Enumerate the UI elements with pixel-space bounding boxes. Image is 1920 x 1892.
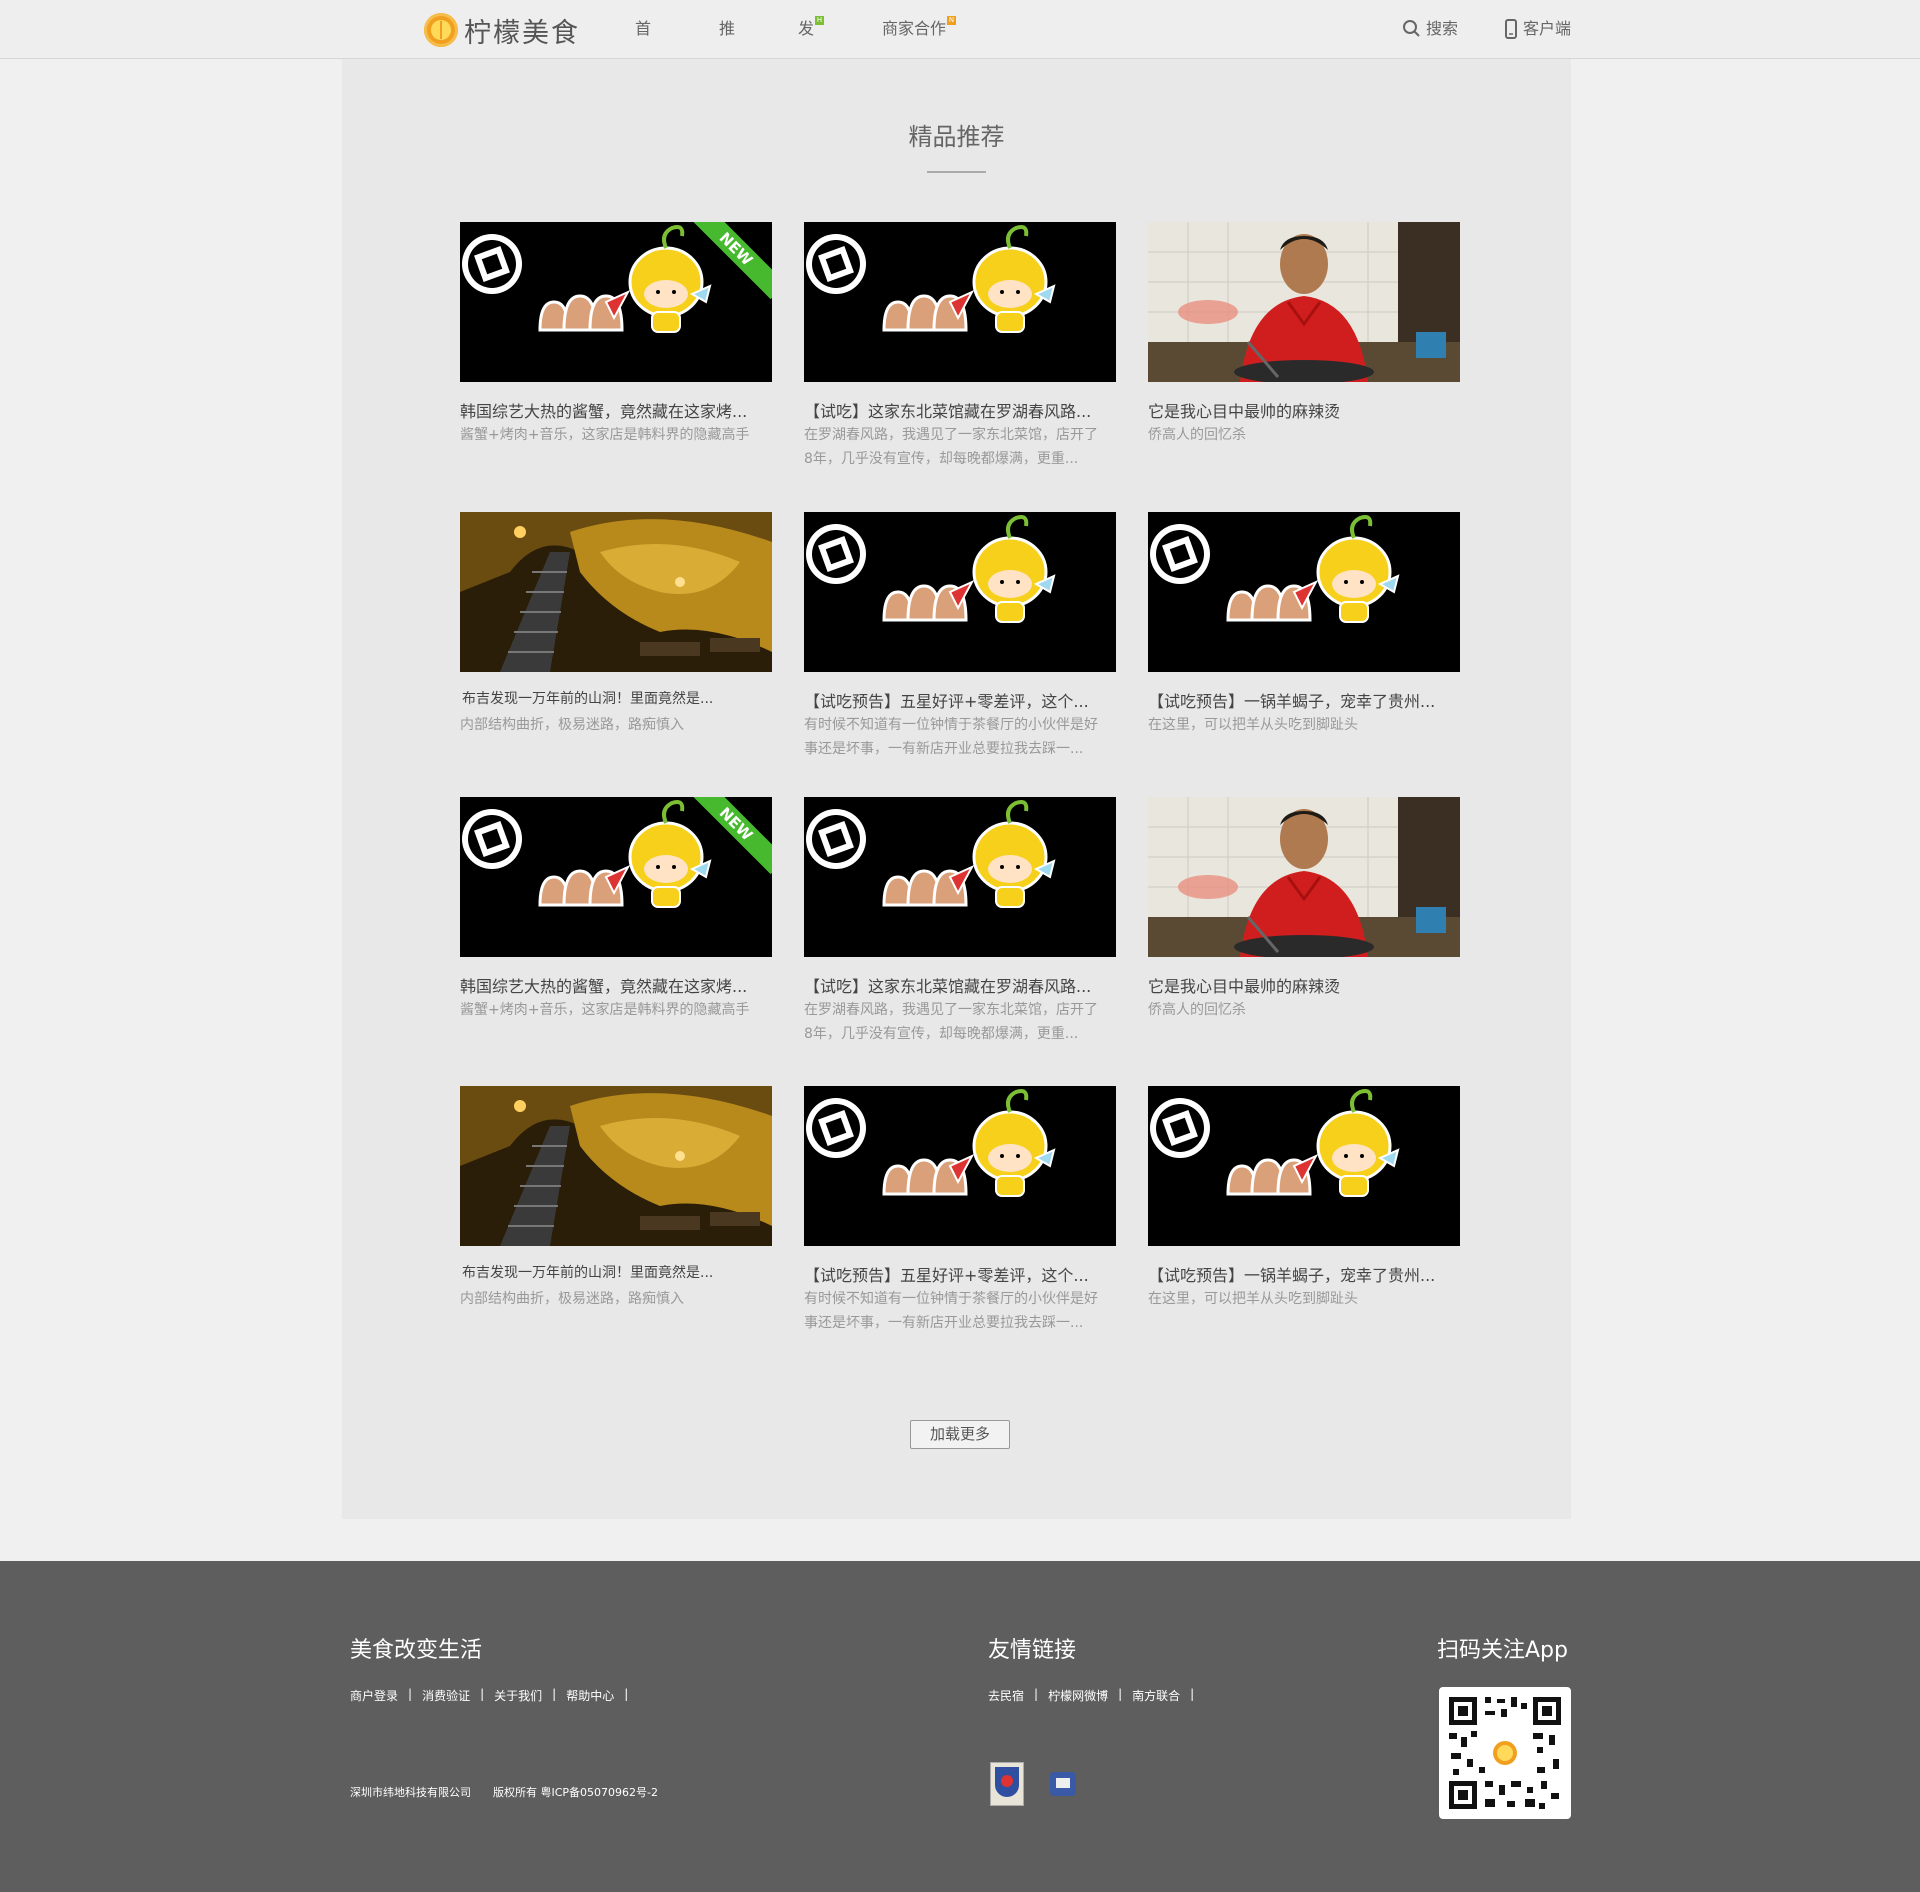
friend-link-3[interactable]: 南方联合 (1132, 1687, 1180, 1704)
card-title[interactable]: 【试吃】这家东北菜馆藏在罗湖春风路... (804, 398, 1116, 422)
lemon-logo-icon (424, 13, 458, 47)
friend-links-title: 友情链接 (988, 1638, 1077, 1663)
app-qr-code (1439, 1687, 1571, 1819)
article-card[interactable]: 【试吃预告】一锅羊蝎子，宠幸了贵州... 在这里，可以把羊从头吃到脚趾头 (1148, 1086, 1460, 1346)
card-thumbnail[interactable] (1148, 512, 1460, 672)
card-thumbnail[interactable] (460, 512, 772, 672)
search-label: 搜索 (1426, 19, 1459, 38)
cave-restaurant-photo (460, 512, 772, 672)
card-title[interactable]: 【试吃预告】一锅羊蝎子，宠幸了贵州... (1148, 688, 1460, 712)
card-title[interactable]: 布吉发现一万年前的山洞！里面竟然是... (462, 1262, 774, 1282)
article-card[interactable]: 它是我心目中最帅的麻辣烫侨高人的回忆杀 (1148, 797, 1460, 1057)
chef-photo (1148, 797, 1460, 957)
card-title[interactable]: 韩国综艺大热的酱蟹，竟然藏在这家烤... (460, 973, 772, 997)
card-description: 侨高人的回忆杀 (1148, 427, 1246, 443)
client-label: 客户端 (1523, 19, 1572, 38)
footer-slogan: 美食改变生活 (350, 1638, 483, 1663)
card-description: 在这里，可以把羊从头吃到脚趾头 (1148, 1291, 1358, 1307)
hot-badge: H (815, 16, 825, 25)
article-card[interactable]: 布吉发现一万年前的山洞！里面竟然是... 内部结构曲折，极易迷路，路痴慎入 (460, 512, 772, 772)
mascot-illustration (804, 222, 1116, 382)
new-badge: N (947, 16, 957, 25)
card-description: 有时候不知道有一位钟情于茶餐厅的小伙伴是好事还是坏事，一有新店开业总要拉我去踩一… (804, 717, 1098, 757)
card-description: 在罗湖春风路，我遇见了一家东北菜馆，店开了8年，几乎没有宣传，却每晚都爆满，更重… (804, 427, 1098, 467)
card-title[interactable]: 它是我心目中最帅的麻辣烫 (1148, 973, 1460, 997)
card-thumbnail[interactable]: NEW (460, 222, 772, 382)
card-thumbnail[interactable] (1148, 1086, 1460, 1246)
friend-link-2[interactable]: 柠檬网微博 (1048, 1687, 1108, 1704)
article-card[interactable]: NEW 韩国综艺大热的酱蟹，竟然藏在这家烤... 酱蟹+烤肉+音乐，这家店是韩料界的… (460, 797, 772, 1057)
section-title: 精品推荐 (908, 123, 1005, 151)
card-title[interactable]: 【试吃预告】五星好评+零差评，这个... (804, 1262, 1116, 1286)
logo-text: 柠檬美食 (464, 17, 580, 49)
client-download-link[interactable]: 客户端 (1505, 0, 1571, 58)
article-card[interactable]: 【试吃预告】五星好评+零差评，这个... 有时候不知道有一位钟情于茶餐厅的小伙伴是… (804, 1086, 1116, 1346)
footer-link-merchant-login[interactable]: 商户登录 (350, 1687, 398, 1704)
partner-badge-icon[interactable] (990, 1762, 1024, 1806)
partner-logo-icon[interactable] (1046, 1766, 1080, 1800)
mobile-phone-icon (1505, 19, 1517, 39)
site-logo[interactable]: 柠檬美食 (424, 12, 580, 49)
footer (0, 1561, 1920, 1892)
title-divider (927, 171, 986, 173)
article-card[interactable]: 【试吃预告】一锅羊蝎子，宠幸了贵州... 在这里，可以把羊从头吃到脚趾头 (1148, 512, 1460, 772)
card-description: 内部结构曲折，极易迷路，路痴慎入 (460, 1291, 684, 1307)
copyright: 深圳市纬地科技有限公司 版权所有 粤ICP备05070962号-2 (350, 1786, 659, 1799)
card-thumbnail[interactable] (1148, 222, 1460, 382)
card-thumbnail[interactable] (804, 222, 1116, 382)
card-title[interactable]: 韩国综艺大热的酱蟹，竟然藏在这家烤... (460, 398, 772, 422)
mascot-illustration (804, 512, 1116, 672)
article-card[interactable]: 它是我心目中最帅的麻辣烫侨高人的回忆杀 (1148, 222, 1460, 482)
card-description: 酱蟹+烤肉+音乐，这家店是韩料界的隐藏高手 (460, 1002, 750, 1018)
card-description: 酱蟹+烤肉+音乐，这家店是韩料界的隐藏高手 (460, 427, 750, 443)
card-description: 侨高人的回忆杀 (1148, 1002, 1246, 1018)
article-card[interactable]: 【试吃】这家东北菜馆藏在罗湖春风路... 在罗湖春风路，我遇见了一家东北菜馆，店开… (804, 797, 1116, 1057)
footer-link-verify[interactable]: 消费验证 (422, 1687, 470, 1704)
footer-links: 商户登录 | 消费验证 | 关于我们 | 帮助中心 | (350, 1687, 629, 1704)
card-description: 在这里，可以把羊从头吃到脚趾头 (1148, 717, 1358, 733)
top-header: 柠檬美食 首页 推荐 发现H 商家合作N 搜索 客户端 (0, 0, 1920, 96)
qr-code-icon (1449, 1697, 1561, 1809)
article-card[interactable]: 布吉发现一万年前的山洞！里面竟然是... 内部结构曲折，极易迷路，路痴慎入 (460, 1086, 772, 1346)
card-title[interactable]: 【试吃预告】五星好评+零差评，这个... (804, 688, 1116, 712)
card-title[interactable]: 布吉发现一万年前的山洞！里面竟然是... (462, 688, 774, 708)
footer-link-about[interactable]: 关于我们 (494, 1687, 542, 1704)
mascot-illustration (1148, 1086, 1460, 1246)
nav-label: 商家合作 (882, 19, 947, 38)
cave-restaurant-photo (460, 1086, 772, 1246)
search-link[interactable]: 搜索 (1402, 0, 1458, 58)
friend-link-1[interactable]: 去民宿 (988, 1687, 1024, 1704)
card-description: 内部结构曲折，极易迷路，路痴慎入 (460, 717, 684, 733)
card-thumbnail[interactable] (804, 1086, 1116, 1246)
article-card[interactable]: 【试吃】这家东北菜馆藏在罗湖春风路... 在罗湖春风路，我遇见了一家东北菜馆，店开… (804, 222, 1116, 482)
chef-photo (1148, 222, 1460, 382)
card-thumbnail[interactable] (804, 512, 1116, 672)
card-thumbnail[interactable]: NEW (460, 797, 772, 957)
article-card[interactable]: 【试吃预告】五星好评+零差评，这个... 有时候不知道有一位钟情于茶餐厅的小伙伴是… (804, 512, 1116, 772)
main-content: 精品推荐 NEW 韩国综艺大热的酱蟹，竟然藏在这家烤... 酱蟹+烤肉+音乐，这家店… (342, 59, 1571, 1519)
mascot-illustration (1148, 512, 1460, 672)
card-thumbnail[interactable] (1148, 797, 1460, 957)
card-thumbnail[interactable] (804, 797, 1116, 957)
card-thumbnail[interactable] (460, 1086, 772, 1246)
footer-link-help[interactable]: 帮助中心 (566, 1687, 614, 1704)
card-title[interactable]: 它是我心目中最帅的麻辣烫 (1148, 398, 1460, 422)
card-title[interactable]: 【试吃】这家东北菜馆藏在罗湖春风路... (804, 973, 1116, 997)
search-icon (1403, 20, 1420, 37)
friend-links: 去民宿 | 柠檬网微博 | 南方联合 | (988, 1687, 1195, 1704)
article-card[interactable]: NEW 韩国综艺大热的酱蟹，竟然藏在这家烤... 酱蟹+烤肉+音乐，这家店是韩料界的… (460, 222, 772, 482)
card-description: 有时候不知道有一位钟情于茶餐厅的小伙伴是好事还是坏事，一有新店开业总要拉我去踩一… (804, 1291, 1098, 1331)
qr-title: 扫码关注App (1437, 1638, 1568, 1663)
nav-item-merchant[interactable]: 商家合作 N (882, 0, 957, 58)
card-description: 在罗湖春风路，我遇见了一家东北菜馆，店开了8年，几乎没有宣传，却每晚都爆满，更重… (804, 1002, 1098, 1042)
mascot-illustration (804, 1086, 1116, 1246)
card-title[interactable]: 【试吃预告】一锅羊蝎子，宠幸了贵州... (1148, 1262, 1460, 1286)
mascot-illustration (804, 797, 1116, 957)
load-more-button[interactable]: 加载更多 (910, 1420, 1010, 1449)
